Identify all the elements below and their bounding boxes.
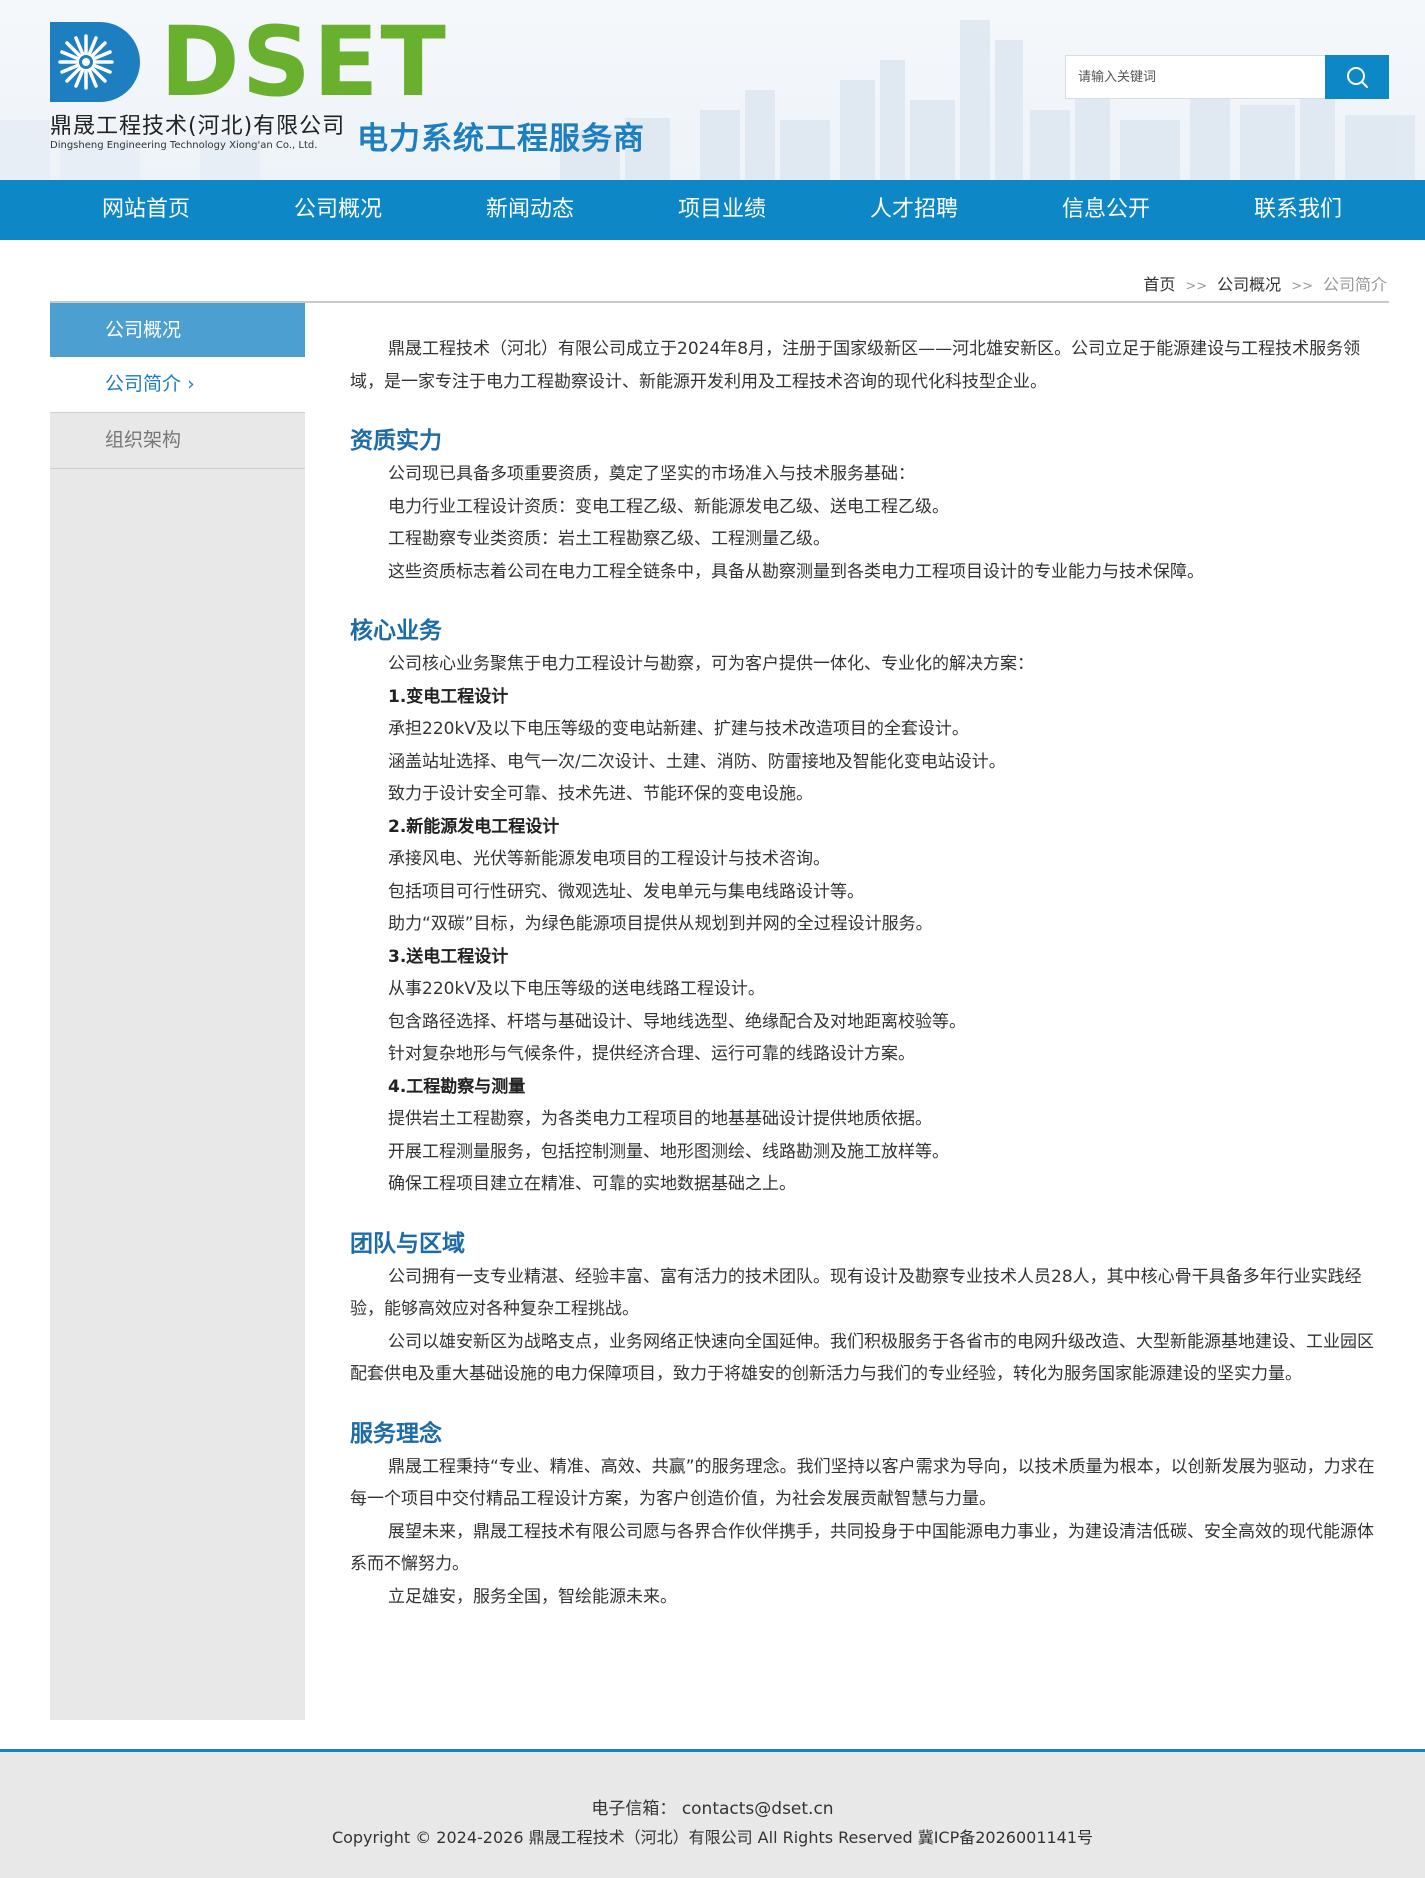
sidebar-item-label: 组织架构 <box>105 429 182 451</box>
paragraph: 鼎晟工程秉持“专业、精准、高效、共赢”的服务理念。我们坚持以客户需求为导向，以技… <box>350 1456 1375 1510</box>
chevron-right-icon: › <box>187 373 195 395</box>
breadcrumb: 首页 >> 公司概况 >> 公司简介 <box>1143 271 1387 295</box>
sidebar-title: 公司概况 <box>50 303 305 357</box>
footer-email: 电子信箱： contacts@dset.cn <box>0 1794 1425 1819</box>
section-title: 服务理念 <box>350 1420 442 1447</box>
paragraph: 公司核心业务聚焦于电力工程设计与勘察，可为客户提供一体化、专业化的解决方案： <box>388 654 1034 674</box>
paragraph: 涵盖站址选择、电气一次/二次设计、土建、消防、防雷接地及智能化变电站设计。 <box>388 751 1006 772</box>
header: DSET 鼎晟工程技术(河北)有限公司 Dingsheng Engineerin… <box>0 0 1425 180</box>
logo-d-sunburst-icon <box>50 22 140 102</box>
nav-item-careers[interactable]: 人才招聘 <box>818 180 1010 240</box>
paragraph: 包括项目可行性研究、微观选址、发电单元与集电线路设计等。 <box>388 881 864 902</box>
breadcrumb-current: 公司简介 <box>1322 275 1387 294</box>
breadcrumb-parent[interactable]: 公司概况 <box>1217 275 1281 294</box>
subsection-title: 2.新能源发电工程设计 <box>388 816 560 837</box>
breadcrumb-separator: >> <box>1291 279 1313 294</box>
paragraph: 立足雄安，服务全国，智绘能源未来。 <box>388 1586 677 1607</box>
slogan: 电力系统工程服务商 <box>357 121 645 157</box>
footer: 电子信箱： contacts@dset.cn Copyright © 2024-… <box>0 1749 1425 1878</box>
section-title: 团队与区域 <box>350 1230 465 1257</box>
subsection-title: 1.变电工程设计 <box>388 686 509 707</box>
logo[interactable]: DSET <box>50 6 448 118</box>
email-link[interactable]: contacts@dset.cn <box>682 1799 834 1819</box>
breadcrumb-home[interactable]: 首页 <box>1143 275 1175 294</box>
sidebar-item-label: 公司简介 <box>105 373 182 395</box>
nav-item-company-overview[interactable]: 公司概况 <box>242 180 434 240</box>
intro-paragraph: 鼎晟工程技术（河北）有限公司成立于2024年8月，注册于国家级新区——河北雄安新… <box>350 339 1361 392</box>
email-label: 电子信箱： <box>591 1799 677 1819</box>
subsection-title: 4.工程勘察与测量 <box>388 1076 526 1097</box>
subsection-title: 3.送电工程设计 <box>388 946 509 967</box>
section-title: 核心业务 <box>350 618 442 644</box>
nav-item-disclosure[interactable]: 信息公开 <box>1010 180 1202 240</box>
copyright: Copyright © 2024-2026 鼎晟工程技术（河北）有限公司 All… <box>331 1828 1094 1847</box>
paragraph: 确保工程项目建立在精准、可靠的实地数据基础之上。 <box>388 1174 796 1194</box>
search-icon <box>1347 67 1368 88</box>
company-name-cn: 鼎晟工程技术(河北)有限公司 <box>50 114 346 139</box>
paragraph: 公司以雄安新区为战略支点，业务网络正快速向全国延伸。我们积极服务于各省市的电网升… <box>350 1331 1374 1385</box>
paragraph: 提供岩土工程勘察，为各类电力工程项目的地基基础设计提供地质依据。 <box>388 1109 932 1129</box>
company-name-en: Dingsheng Engineering Technology Xiong'a… <box>50 140 318 151</box>
search-button[interactable] <box>1325 55 1389 99</box>
paragraph: 承接风电、光伏等新能源发电项目的工程设计与技术咨询。 <box>388 849 830 869</box>
logo-set-text: DSET <box>160 6 448 118</box>
paragraph: 助力“双碳”目标，为绿色能源项目提供从规划到并网的全过程设计服务。 <box>388 914 933 934</box>
sidebar: 公司概况 公司简介 › 组织架构 <box>50 303 305 1720</box>
paragraph: 开展工程测量服务，包括控制测量、地形图测绘、线路勘测及施工放样等。 <box>388 1141 949 1162</box>
paragraph: 公司现已具备多项重要资质，奠定了坚实的市场准入与技术服务基础： <box>388 464 915 484</box>
paragraph: 承担220kV及以下电压等级的变电站新建、扩建与技术改造项目的全套设计。 <box>388 719 969 739</box>
sidebar-item-company-profile[interactable]: 公司简介 › <box>50 357 305 413</box>
nav-item-projects[interactable]: 项目业绩 <box>626 180 818 240</box>
nav-item-contact[interactable]: 联系我们 <box>1202 180 1394 240</box>
paragraph: 致力于设计安全可靠、技术先进、节能环保的变电设施。 <box>388 784 813 804</box>
paragraph: 从事220kV及以下电压等级的送电线路工程设计。 <box>388 979 765 999</box>
paragraph: 针对复杂地形与气候条件，提供经济合理、运行可靠的线路设计方案。 <box>388 1044 915 1064</box>
paragraph: 展望未来，鼎晟工程技术有限公司愿与各界合作伙伴携手，共同投身于中国能源电力事业，… <box>350 1521 1374 1575</box>
search-box <box>1065 55 1389 99</box>
nav-item-news[interactable]: 新闻动态 <box>434 180 626 240</box>
paragraph: 工程勘察专业类资质：岩土工程勘察乙级、工程测量乙级。 <box>388 529 830 549</box>
nav-item-home[interactable]: 网站首页 <box>50 180 242 240</box>
paragraph: 包含路径选择、杆塔与基础设计、导地线选型、绝缘配合及对地距离校验等。 <box>388 1011 966 1032</box>
breadcrumb-separator: >> <box>1185 279 1208 294</box>
search-input[interactable] <box>1065 55 1325 99</box>
paragraph: 这些资质标志着公司在电力工程全链条中，具备从勘察测量到各类电力工程项目设计的专业… <box>388 561 1204 582</box>
main-nav: 网站首页 公司概况 新闻动态 项目业绩 人才招聘 信息公开 联系我们 <box>0 180 1425 240</box>
main-content: 鼎晟工程技术（河北）有限公司成立于2024年8月，注册于国家级新区——河北雄安新… <box>350 333 1386 1613</box>
paragraph: 电力行业工程设计资质：变电工程乙级、新能源发电乙级、送电工程乙级。 <box>388 496 949 517</box>
sidebar-item-org-structure[interactable]: 组织架构 <box>50 413 305 469</box>
section-title: 资质实力 <box>350 428 442 454</box>
paragraph: 公司拥有一支专业精湛、经验丰富、富有活力的技术团队。现有设计及勘察专业技术人员2… <box>350 1266 1362 1320</box>
